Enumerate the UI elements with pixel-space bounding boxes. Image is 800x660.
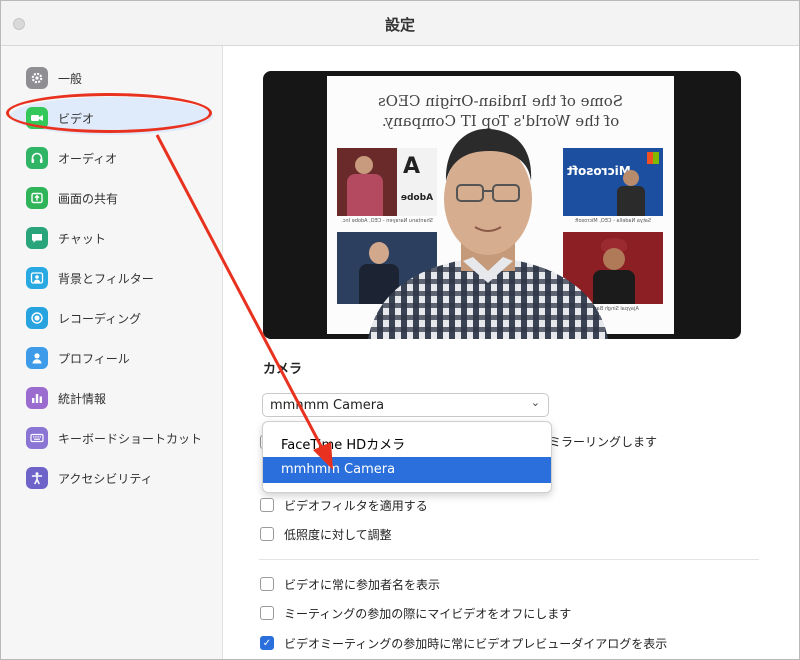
background-person-icon [26, 267, 48, 289]
camera-option-facetime[interactable]: FaceTime HDカメラ [263, 429, 551, 455]
option-label: 低照度に対して調整 [284, 527, 392, 542]
sidebar-item-label: プロフィール [58, 351, 130, 366]
share-screen-icon [26, 187, 48, 209]
option-label: ビデオミーティングの参加時に常にビデオプレビューダイアログを表示 [284, 636, 668, 651]
option-label: ビデオに常に参加者名を表示 [284, 577, 441, 592]
sidebar-item-label: 画面の共有 [58, 191, 119, 206]
sidebar-item-audio[interactable]: オーディオ [26, 145, 117, 171]
sidebar-item-accessibility[interactable]: アクセシビリティ [26, 465, 153, 491]
checkbox-checked[interactable]: ✓ [260, 636, 274, 650]
camera-select[interactable]: mmhmm Camera ⌄ [262, 393, 549, 417]
chevron-down-icon: ⌄ [530, 396, 540, 409]
window-title: 設定 [384, 16, 415, 34]
annotation-ellipse [6, 93, 212, 133]
chat-bubble-icon [26, 227, 48, 249]
headphones-icon [26, 147, 48, 169]
gear-icon [26, 67, 48, 89]
sidebar-item-label: キーボードショートカット [58, 431, 203, 446]
option-label: ミーティングの参加の際にマイビデオをオフにします [284, 606, 572, 621]
turn-off-video-on-join-option[interactable]: ミーティングの参加の際にマイビデオをオフにします [260, 604, 571, 622]
sidebar-item-label: 一般 [58, 71, 83, 86]
show-participant-names-option[interactable]: ビデオに常に参加者名を表示 [260, 575, 440, 593]
camera-select-value: mmhmm Camera [270, 398, 385, 413]
sidebar-item-keyboard-shortcuts[interactable]: キーボードショートカット [26, 425, 202, 451]
section-divider [259, 559, 759, 560]
video-filter-option[interactable]: ビデオフィルタを適用する [260, 496, 428, 514]
profile-icon [26, 347, 48, 369]
sidebar-item-background-filters[interactable]: 背景とフィルター [26, 265, 154, 291]
camera-dropdown-menu: FaceTime HDカメラ mmhmm Camera [262, 421, 552, 493]
sidebar-item-statistics[interactable]: 統計情報 [26, 385, 106, 411]
sidebar-item-profile[interactable]: プロフィール [26, 345, 130, 371]
sidebar-item-screen-share[interactable]: 画面の共有 [26, 185, 118, 211]
sidebar-item-label: オーディオ [58, 151, 118, 166]
camera-section-label: カメラ [263, 362, 303, 377]
accessibility-icon [26, 467, 48, 489]
sidebar-item-chat[interactable]: チャット [26, 225, 106, 251]
presenter-video [368, 128, 608, 339]
sidebar-item-general[interactable]: 一般 [26, 65, 82, 91]
sidebar-item-label: 統計情報 [58, 391, 107, 406]
record-icon [26, 307, 48, 329]
sidebar-item-recording[interactable]: レコーディング [26, 305, 141, 331]
option-label: ビデオフィルタを適用する [284, 498, 428, 513]
camera-option-mmhmm[interactable]: mmhmm Camera [263, 457, 551, 483]
sidebar-item-label: レコーディング [58, 311, 142, 326]
title-bar: 設定 [1, 1, 799, 46]
checkbox[interactable] [260, 606, 274, 620]
sidebar-item-label: アクセシビリティ [58, 471, 153, 486]
mirror-video-label: ミラーリングします [549, 435, 658, 449]
sidebar-item-label: チャット [58, 231, 106, 246]
checkbox[interactable] [260, 527, 274, 541]
slide-title-line1: Some of the Indian-Origin CEOs [377, 92, 624, 110]
sidebar-item-label: 背景とフィルター [58, 271, 154, 286]
keyboard-icon [26, 427, 48, 449]
low-light-option[interactable]: 低照度に対して調整 [260, 525, 392, 543]
video-preview: Some of the Indian-Origin CEOs of the Wo… [263, 71, 741, 339]
video-preview-dialog-option[interactable]: ✓ ビデオミーティングの参加時に常にビデオプレビューダイアログを表示 [260, 634, 667, 652]
checkbox[interactable] [260, 577, 274, 591]
statistics-icon [26, 387, 48, 409]
checkbox[interactable] [260, 498, 274, 512]
